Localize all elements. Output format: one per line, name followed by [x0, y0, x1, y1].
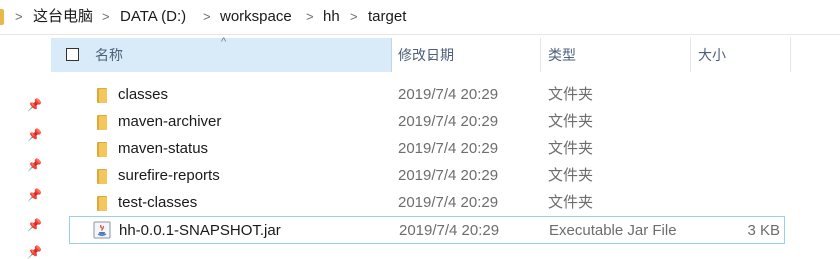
chevron-right-icon[interactable]: > — [350, 0, 358, 34]
pin-icon[interactable]: 📌 — [27, 128, 42, 142]
column-header-type[interactable]: 类型 — [548, 38, 576, 72]
pin-icon[interactable]: 📌 — [27, 245, 42, 259]
pin-icon[interactable]: 📌 — [27, 188, 42, 202]
folder-icon — [97, 142, 107, 157]
breadcrumb-item-workspace[interactable]: workspace — [220, 0, 292, 34]
column-divider[interactable] — [790, 38, 791, 72]
column-header-size[interactable]: 大小 — [698, 38, 726, 72]
breadcrumb-item-drive[interactable]: DATA (D:) — [120, 0, 186, 34]
chevron-right-icon[interactable]: > — [102, 0, 110, 34]
file-type: 文件夹 — [548, 113, 594, 130]
column-divider[interactable] — [540, 38, 541, 72]
pin-icon[interactable]: 📌 — [27, 158, 42, 172]
list-item[interactable]: maven-status 2019/7/4 20:29 文件夹 — [69, 136, 785, 162]
sort-ascending-icon: ^ — [221, 36, 227, 48]
file-date-modified: 2019/7/4 20:29 — [399, 222, 500, 239]
select-all-checkbox[interactable] — [66, 48, 79, 61]
file-name: maven-status — [118, 140, 209, 157]
file-name: hh-0.0.1-SNAPSHOT.jar — [119, 222, 281, 239]
file-name: surefire-reports — [118, 167, 220, 184]
file-type: 文件夹 — [548, 86, 594, 103]
folder-icon — [97, 169, 107, 184]
file-date-modified: 2019/7/4 20:29 — [398, 194, 499, 211]
file-name: maven-archiver — [118, 113, 222, 130]
list-item[interactable]: maven-archiver 2019/7/4 20:29 文件夹 — [69, 109, 785, 135]
chevron-right-icon[interactable]: > — [203, 0, 211, 34]
file-date-modified: 2019/7/4 20:29 — [398, 167, 499, 184]
list-item[interactable]: test-classes 2019/7/4 20:29 文件夹 — [69, 190, 785, 216]
list-item[interactable]: classes 2019/7/4 20:29 文件夹 — [69, 82, 785, 108]
breadcrumb-item-target[interactable]: target — [368, 0, 406, 34]
file-type: 文件夹 — [548, 140, 594, 157]
file-date-modified: 2019/7/4 20:29 — [398, 86, 499, 103]
file-size: 3 KB — [747, 222, 780, 239]
folder-icon — [0, 9, 4, 25]
breadcrumb-item-hh[interactable]: hh — [323, 0, 340, 34]
folder-icon — [97, 196, 107, 211]
file-name: classes — [118, 86, 169, 103]
column-header-name[interactable]: ^ 名称 ⌄ — [51, 36, 436, 72]
column-header-date-modified[interactable]: 修改日期 — [398, 38, 454, 72]
pin-icon[interactable]: 📌 — [27, 218, 42, 232]
file-date-modified: 2019/7/4 20:29 — [398, 113, 499, 130]
breadcrumb-item-this-pc[interactable]: 这台电脑 — [33, 0, 93, 34]
list-item[interactable]: surefire-reports 2019/7/4 20:29 文件夹 — [69, 163, 785, 189]
column-divider[interactable] — [690, 38, 691, 72]
folder-icon — [97, 115, 107, 130]
file-type: Executable Jar File — [549, 222, 677, 239]
column-label-name: 名称 — [95, 47, 123, 63]
file-type: 文件夹 — [548, 194, 594, 211]
file-type: 文件夹 — [548, 167, 594, 184]
address-bar[interactable]: > 这台电脑 > DATA (D:) > workspace > hh > ta… — [0, 0, 840, 35]
file-date-modified: 2019/7/4 20:29 — [398, 140, 499, 157]
chevron-right-icon[interactable]: > — [15, 0, 23, 34]
list-item-selected[interactable]: hh-0.0.1-SNAPSHOT.jar 2019/7/4 20:29 Exe… — [69, 216, 785, 244]
chevron-right-icon[interactable]: > — [306, 0, 314, 34]
file-name: test-classes — [118, 194, 198, 211]
folder-icon — [97, 88, 107, 103]
column-header-row: ^ 名称 ⌄ 修改日期 类型 大小 — [0, 36, 840, 72]
jar-file-icon — [93, 221, 111, 239]
pin-icon[interactable]: 📌 — [27, 98, 42, 112]
